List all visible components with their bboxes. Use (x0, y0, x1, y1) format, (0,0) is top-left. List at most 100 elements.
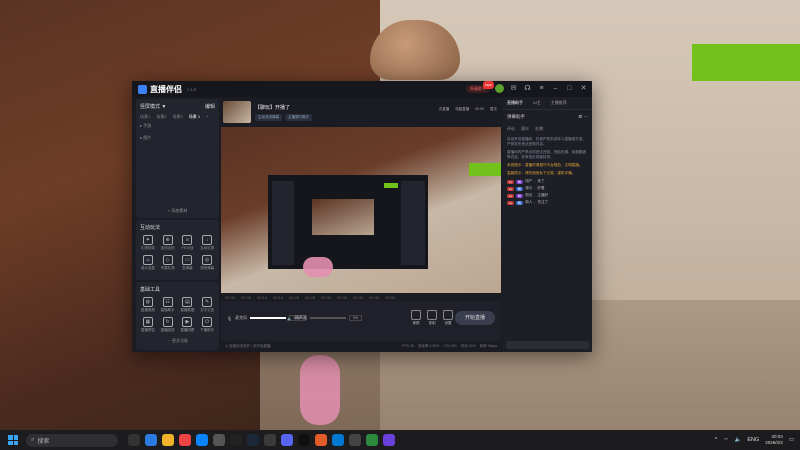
tab-recommend[interactable]: 主播推荐 (551, 100, 567, 106)
taskbar-search[interactable]: ⌕ 搜索 (26, 433, 118, 447)
tool-item[interactable]: ☷ 直播助手 (158, 297, 178, 313)
add-scene-icon[interactable]: + (206, 114, 208, 120)
tool-item[interactable]: ▶ 直播回看 (178, 317, 198, 333)
more-tools-button[interactable]: ··· 更多功能 (136, 335, 219, 344)
browser-icon[interactable] (145, 434, 157, 446)
timeline-tick: 00:15 (273, 294, 284, 300)
live-info-item[interactable]: 电脑直播 (455, 107, 469, 112)
chat-user[interactable]: 粉丝 (525, 193, 532, 198)
source-item[interactable]: ▸ 图片 (136, 132, 219, 144)
app-icon[interactable] (315, 434, 327, 446)
right-tabs: 直播助手 AI主 主播推荐 (503, 97, 592, 110)
headset-icon[interactable]: ☊ (523, 84, 532, 93)
interactive-item[interactable]: ▭ 发弹幕 (178, 255, 198, 271)
system-tray: ^ ⌔ 🔈 ENG 20:03 2026/2/3 ▭ (715, 430, 794, 450)
control-bar: 🎙 麦克风 100% 🔈 扬声器 0% 美颜 录制 设置 开始直播 (221, 301, 501, 341)
chat-user[interactable]: 新人 (525, 200, 532, 205)
system-notice: 直播间内严禁出现违法违规、低俗色情、吸烟酗酒等内容，若有违反将被封禁。 (507, 150, 587, 159)
interactive-item[interactable]: ⊕ 连线合拍 (158, 235, 178, 251)
live-info-item[interactable]: 去直播 (439, 107, 450, 112)
minimize-button[interactable]: – (551, 84, 560, 93)
terminal-icon[interactable] (230, 434, 242, 446)
add-source-button[interactable]: + 添加素材 (136, 208, 219, 214)
discord-icon[interactable] (281, 434, 293, 446)
panel-options-icon[interactable]: ⚙ ⋯ (578, 114, 588, 120)
source-item[interactable]: ▸ 手游 (136, 120, 219, 132)
start-button[interactable] (8, 435, 18, 445)
live-tag[interactable]: 主播暂时离开 (285, 113, 312, 121)
speaker-label: 扬声器 (294, 315, 307, 320)
sub-tab[interactable]: 评论 (507, 126, 515, 132)
link-icon: ⊕ (162, 235, 173, 245)
tab-ai[interactable]: AI主 (533, 100, 541, 106)
douyin-icon[interactable] (298, 434, 310, 446)
sub-tab[interactable]: 观众 (521, 126, 529, 132)
scene-mode-dropdown[interactable]: 竖屏模式 ▼ (140, 103, 166, 110)
steam-icon[interactable] (247, 434, 259, 446)
settings-button[interactable]: 设置 (443, 310, 453, 326)
maximize-button[interactable]: □ (565, 84, 574, 93)
interactive-item[interactable]: ☺ 观众连麦 (138, 255, 158, 271)
scene-edit-button[interactable]: 编辑 (205, 103, 215, 110)
settings-icon[interactable] (213, 434, 225, 446)
app-icon[interactable] (332, 434, 344, 446)
live-preview[interactable] (221, 127, 501, 293)
record-button[interactable]: 录制 (427, 310, 437, 326)
interactive-item[interactable]: ✦ 礼物特效 (138, 235, 158, 251)
start-live-button[interactable]: 开始直播 (455, 311, 495, 325)
tool-item[interactable]: ▤ 直播数据 (178, 297, 198, 313)
message-icon[interactable]: ✉ (509, 84, 518, 93)
app-icon[interactable] (264, 434, 276, 446)
chat-message: Lv 粉新人: 关注了 (507, 200, 549, 205)
network-icon[interactable]: ⌔ (723, 437, 728, 444)
tab-live-assistant[interactable]: 直播助手 (507, 100, 523, 106)
live-companion-icon[interactable] (349, 434, 361, 446)
tool-item[interactable]: ↻ 直播回放 (158, 317, 178, 333)
interactive-item[interactable]: ◇ 专属礼物 (158, 255, 178, 271)
chat-input[interactable] (506, 341, 589, 349)
status-bar: ◎ 连接状态良好 / 未开始直播 FPS 30 丢帧率 0.00% CPU 5%… (221, 341, 501, 351)
clock[interactable]: 20:03 2026/2/3 (765, 434, 783, 446)
tool-item[interactable]: ▦ 直播预告 (138, 317, 158, 333)
chevron-up-icon[interactable]: ^ (715, 437, 718, 443)
speaker-icon[interactable]: 🔈 (287, 316, 292, 321)
mic-icon[interactable]: 🎙 (227, 316, 232, 321)
close-button[interactable]: ✕ (579, 84, 588, 93)
notification-icon[interactable]: ▭ (789, 437, 794, 443)
scene-tab[interactable]: 场景3 (172, 114, 182, 120)
chat-user[interactable]: 观众 (525, 186, 532, 191)
tool-item[interactable]: ⏻ 下播助手 (197, 317, 217, 333)
beauty-button[interactable]: 美颜 (411, 310, 421, 326)
avatar[interactable] (495, 84, 504, 93)
interactive-item[interactable]: ↓ 互动礼物 (197, 235, 217, 251)
live-tag[interactable]: 主动关闭弹幕 (255, 113, 282, 121)
upgrade-button[interactable]: 升级助手 NEW (466, 80, 494, 93)
interactive-item[interactable]: ◎ 语音弹幕 (197, 255, 217, 271)
edge-icon[interactable] (196, 434, 208, 446)
chat-text: 好看 (537, 186, 545, 190)
live-title[interactable]: 【聊玩】开播了 (255, 104, 312, 111)
live-cover-thumbnail[interactable] (223, 101, 251, 123)
task-view-icon[interactable] (128, 434, 140, 446)
tool-item[interactable]: ✎ 文字公告 (197, 297, 217, 313)
volume-icon[interactable]: 🔈 (734, 437, 741, 443)
mic-volume-slider[interactable] (250, 317, 287, 319)
scene-tab[interactable]: 场景1 (140, 114, 150, 120)
language-indicator[interactable]: ENG (747, 437, 759, 443)
timeline[interactable]: 00:00 00:05 00:10 00:15 00:20 00:25 00:30 00:35… (221, 293, 501, 301)
chrome-icon[interactable] (179, 434, 191, 446)
speaker-volume-slider[interactable] (309, 317, 346, 319)
mic-label: 麦克风 (235, 315, 248, 320)
scene-tab[interactable]: 场景2 (156, 114, 166, 120)
folder-icon[interactable] (162, 434, 174, 446)
scene-tab-active[interactable]: 场景 1 (189, 114, 200, 120)
tool-item[interactable]: ◍ 直播美颜 (138, 297, 158, 313)
sub-tab[interactable]: 礼物 (535, 126, 543, 132)
audience-icon: ☺ (142, 255, 153, 265)
interactive-item[interactable]: ⚔ PK对战 (178, 235, 198, 251)
data-icon: ▤ (182, 297, 193, 307)
chat-user[interactable]: 用户 (525, 179, 532, 184)
app-icon[interactable] (383, 434, 395, 446)
app-icon[interactable] (366, 434, 378, 446)
menu-icon[interactable]: ≡ (537, 84, 546, 93)
